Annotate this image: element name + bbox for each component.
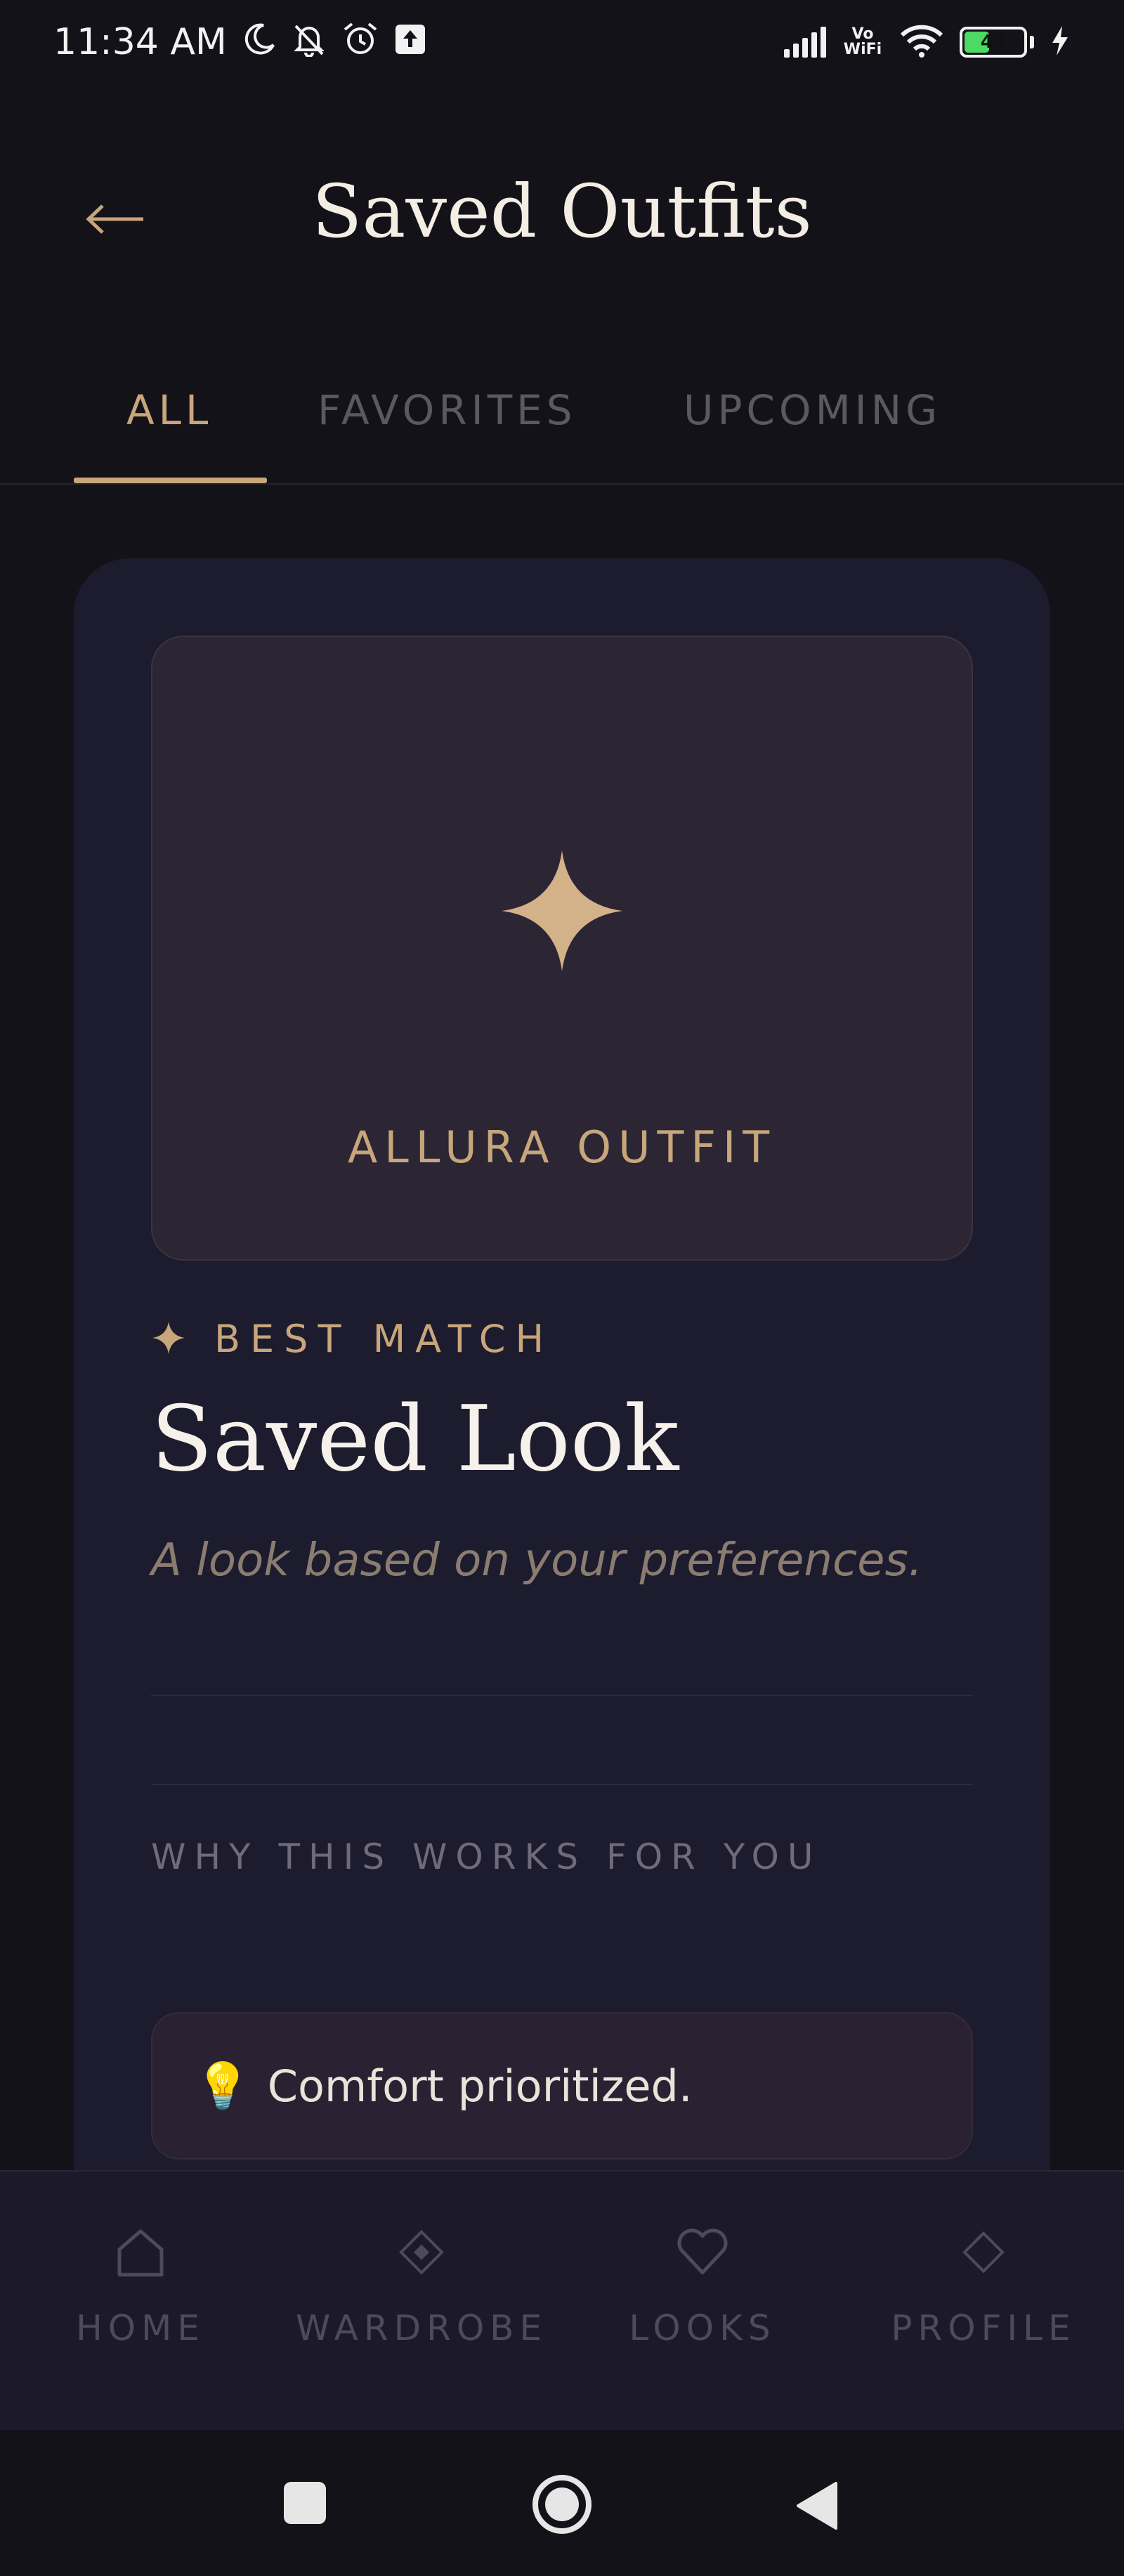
lightbulb-icon: 💡 bbox=[195, 2060, 251, 2112]
vowifi-label: Vo WiFi bbox=[843, 25, 882, 58]
battery-indicator: 43 bbox=[960, 27, 1034, 58]
cellular-signal-icon bbox=[784, 27, 826, 58]
wifi-icon bbox=[899, 24, 944, 60]
do-not-disturb-moon-icon bbox=[242, 22, 276, 62]
active-tab-indicator bbox=[74, 478, 267, 483]
system-navigation-bar bbox=[0, 2430, 1124, 2576]
tab-bar: ALL FAVORITES UPCOMING bbox=[0, 379, 1124, 485]
home-icon bbox=[114, 2221, 167, 2284]
home-circle-icon[interactable] bbox=[531, 2473, 593, 2538]
battery-level: 43 bbox=[980, 32, 1007, 53]
upload-notification-icon bbox=[394, 23, 426, 61]
best-match-badge: BEST MATCH bbox=[151, 1317, 554, 1361]
sparkle-icon bbox=[152, 848, 972, 974]
bottom-navigation: HOME WARDROBE LOOKS PROFILE bbox=[0, 2170, 1124, 2430]
diamond-icon bbox=[959, 2221, 1008, 2284]
battery-icon: 43 bbox=[960, 27, 1027, 58]
app-header: Saved Outfits bbox=[0, 140, 1124, 281]
small-sparkle-icon bbox=[151, 1320, 186, 1358]
page-title: Saved Outfits bbox=[312, 169, 812, 254]
status-left: 11:34 AM bbox=[53, 21, 426, 63]
nav-looks[interactable]: LOOKS bbox=[562, 2221, 843, 2348]
app-screen: 11:34 AM Vo WiFi 43 Saved Outfits ALL FA… bbox=[0, 0, 1124, 2576]
muted-bell-icon bbox=[292, 22, 327, 63]
nav-profile[interactable]: PROFILE bbox=[843, 2221, 1124, 2348]
nav-looks-label: LOOKS bbox=[629, 2308, 776, 2348]
nav-home-label: HOME bbox=[76, 2308, 205, 2348]
charging-bolt-icon bbox=[1050, 25, 1071, 60]
why-heading: WHY THIS WORKS FOR YOU bbox=[151, 1836, 822, 1877]
status-time: 11:34 AM bbox=[53, 21, 227, 63]
nav-profile-label: PROFILE bbox=[891, 2308, 1076, 2348]
nav-wardrobe[interactable]: WARDROBE bbox=[281, 2221, 562, 2348]
heart-icon bbox=[676, 2221, 729, 2284]
reason-item: 💡 Comfort prioritized. bbox=[151, 2012, 973, 2160]
back-triangle-icon[interactable] bbox=[795, 2480, 839, 2534]
look-subtitle: A look based on your preferences. bbox=[151, 1535, 923, 1586]
divider bbox=[151, 1695, 973, 1696]
status-bar: 11:34 AM Vo WiFi 43 bbox=[0, 0, 1124, 84]
look-title: Saved Look bbox=[151, 1387, 679, 1492]
tab-all[interactable]: ALL bbox=[126, 386, 212, 434]
nav-wardrobe-label: WARDROBE bbox=[295, 2308, 548, 2348]
recents-square-icon[interactable] bbox=[282, 2480, 327, 2528]
divider bbox=[151, 1784, 973, 1785]
outfit-image-label: ALLURA OUTFIT bbox=[347, 1122, 777, 1173]
reason-text: Comfort prioritized. bbox=[267, 2060, 693, 2112]
tab-upcoming[interactable]: UPCOMING bbox=[684, 386, 941, 434]
nav-home[interactable]: HOME bbox=[0, 2221, 281, 2348]
tab-favorites[interactable]: FAVORITES bbox=[318, 386, 577, 434]
outfit-image-placeholder[interactable]: ALLURA OUTFIT bbox=[151, 636, 973, 1261]
wardrobe-icon bbox=[397, 2221, 446, 2284]
best-match-label: BEST MATCH bbox=[214, 1317, 554, 1361]
outfit-card[interactable]: ALLURA OUTFIT BEST MATCH Saved Look A lo… bbox=[74, 558, 1050, 2244]
alarm-clock-icon bbox=[342, 21, 379, 63]
status-right: Vo WiFi 43 bbox=[784, 24, 1071, 60]
